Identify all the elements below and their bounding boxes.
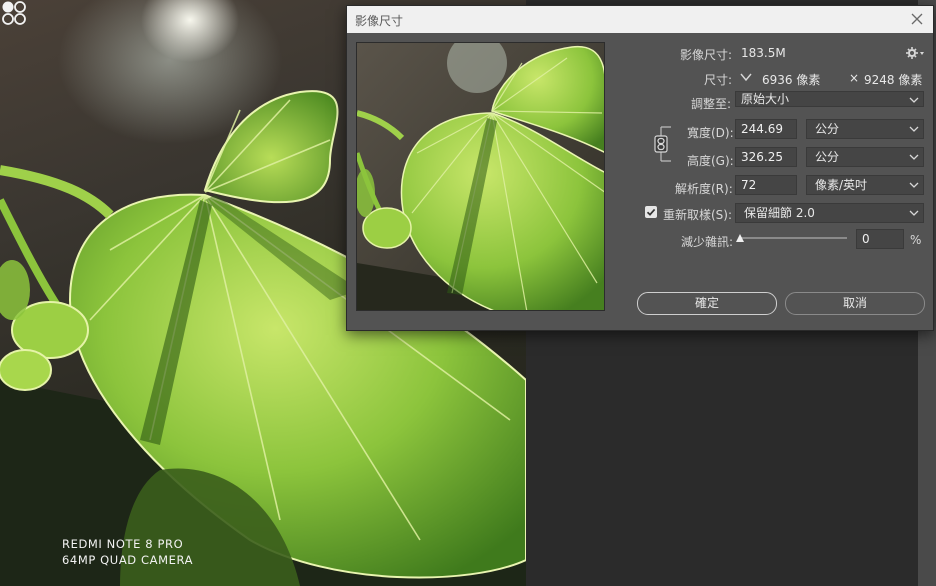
chevron-down-icon [909,210,919,216]
image-size-label: 影像尺寸: [680,48,733,62]
chevron-down-icon [740,73,752,82]
fit-to-select[interactable]: 原始大小 [735,91,924,107]
close-icon [911,13,923,25]
dialog-titlebar[interactable]: 影像尺寸 [347,6,933,33]
width-unit-select[interactable]: 公分 [806,119,924,139]
reduce-noise-unit: % [910,233,922,247]
dimensions-width-value: 6936 像素 [762,73,821,87]
settings-button[interactable] [905,45,925,61]
dialog-title: 影像尺寸 [355,14,404,28]
cancel-button[interactable]: 取消 [785,292,925,315]
resample-label: 重新取樣(S): [663,208,733,222]
reduce-noise-input[interactable] [856,229,904,249]
reduce-noise-label: 減少雜訊: [681,235,734,249]
chevron-down-icon [909,154,919,160]
slider-thumb-icon [736,234,744,242]
height-unit-value: 公分 [815,150,840,164]
gear-icon [906,47,924,59]
fit-to-label: 調整至: [691,97,732,111]
reduce-noise-slider-track[interactable] [739,237,847,239]
resample-method-select[interactable]: 保留細節 2.0 [735,203,924,223]
camera-model-text: REDMI NOTE 8 PRO [62,537,184,551]
resolution-unit-select[interactable]: 像素/英吋 [806,175,924,195]
height-input[interactable] [735,147,797,167]
image-size-dialog: 影像尺寸 影像尺寸: 183.5M 尺寸: 6936 像素 × 9248 像素 … [346,5,934,331]
resample-method-value: 保留細節 2.0 [744,206,815,220]
height-unit-select[interactable]: 公分 [806,147,924,167]
image-size-value: 183.5M [741,46,786,60]
preview-leaf-graphic [357,43,604,310]
width-label: 寬度(D): [687,126,734,140]
checkmark-icon [646,208,656,216]
width-unit-value: 公分 [815,122,840,136]
dimensions-label: 尺寸: [704,73,733,87]
ok-button[interactable]: 確定 [637,292,777,315]
chevron-down-icon [909,97,919,103]
reduce-noise-slider-handle[interactable] [735,232,745,242]
chevron-down-icon [909,126,919,132]
fit-to-value: 原始大小 [741,92,790,106]
resolution-unit-value: 像素/英吋 [815,178,868,192]
camera-spec-text: 64MP QUAD CAMERA [62,553,194,567]
dimensions-separator: × [849,71,860,85]
resolution-label: 解析度(R): [675,182,733,196]
width-input[interactable] [735,119,797,139]
resample-checkbox[interactable] [645,206,657,218]
resolution-input[interactable] [735,175,797,195]
dimensions-height-value: 9248 像素 [864,73,923,87]
camera-logo-icon [2,1,26,25]
close-button[interactable] [907,9,927,29]
image-preview[interactable] [356,42,605,311]
link-toggle-button[interactable] [653,135,669,153]
link-icon [654,135,668,153]
dimensions-dropdown[interactable] [739,70,753,84]
chevron-down-icon [909,182,919,188]
height-label: 高度(G): [687,154,734,168]
